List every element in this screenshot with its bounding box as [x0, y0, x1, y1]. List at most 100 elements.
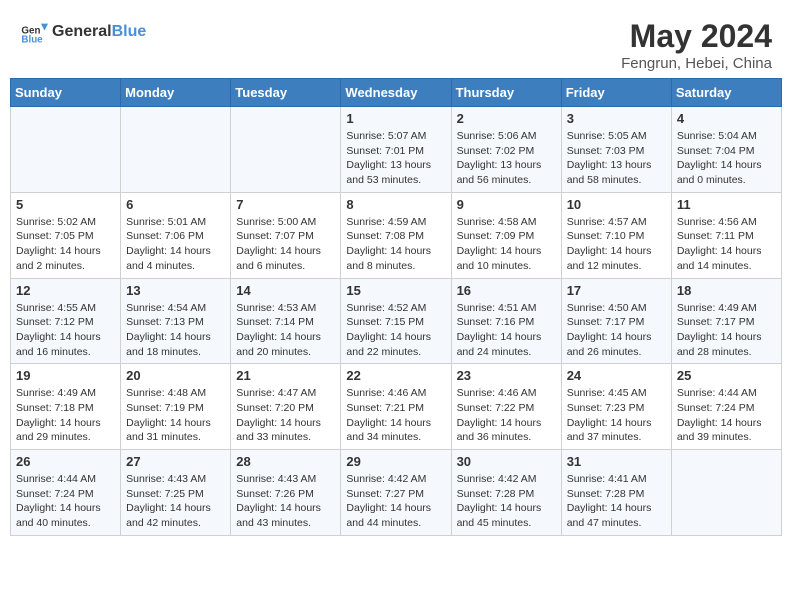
calendar-week-row: 1 Sunrise: 5:07 AM Sunset: 7:01 PM Daylig… [11, 107, 782, 193]
cell-content: Sunrise: 4:49 AM Sunset: 7:18 PM Dayligh… [16, 386, 115, 445]
day-number: 13 [126, 283, 225, 298]
day-number: 20 [126, 368, 225, 383]
cell-content: Sunrise: 4:44 AM Sunset: 7:24 PM Dayligh… [677, 386, 776, 445]
cell-content: Sunrise: 4:43 AM Sunset: 7:26 PM Dayligh… [236, 472, 335, 531]
day-number: 4 [677, 111, 776, 126]
day-number: 1 [346, 111, 445, 126]
cell-content: Sunrise: 4:45 AM Sunset: 7:23 PM Dayligh… [567, 386, 666, 445]
calendar-cell: 15Sunrise: 4:52 AM Sunset: 7:15 PM Dayli… [341, 278, 451, 364]
logo-icon: Gen Blue [20, 18, 48, 46]
calendar-cell: 2 Sunrise: 5:06 AM Sunset: 7:02 PM Daylig… [451, 107, 561, 193]
calendar-cell: 10 Sunrise: 4:57 AM Sunset: 7:10 PM Dayli… [561, 192, 671, 278]
cell-content: Sunrise: 4:44 AM Sunset: 7:24 PM Dayligh… [16, 472, 115, 531]
calendar-table: SundayMondayTuesdayWednesdayThursdayFrid… [10, 78, 782, 536]
calendar-cell: 3 Sunrise: 5:05 AM Sunset: 7:03 PM Daylig… [561, 107, 671, 193]
calendar-cell: 7Sunrise: 5:00 AM Sunset: 7:07 PM Daylig… [231, 192, 341, 278]
days-of-week-row: SundayMondayTuesdayWednesdayThursdayFrid… [11, 79, 782, 107]
day-number: 2 [457, 111, 556, 126]
logo-blue-text: Blue [112, 23, 147, 40]
calendar-location: Fengrun, Hebei, China [621, 55, 772, 72]
calendar-cell [11, 107, 121, 193]
calendar-title: May 2024 [621, 18, 772, 55]
day-number: 24 [567, 368, 666, 383]
cell-content: Sunrise: 4:57 AM Sunset: 7:10 PM Dayligh… [567, 215, 666, 274]
calendar-cell: 1 Sunrise: 5:07 AM Sunset: 7:01 PM Daylig… [341, 107, 451, 193]
calendar-cell: 4 Sunrise: 5:04 AM Sunset: 7:04 PM Daylig… [671, 107, 781, 193]
calendar-cell: 23Sunrise: 4:46 AM Sunset: 7:22 PM Dayli… [451, 364, 561, 450]
cell-content: Sunrise: 4:47 AM Sunset: 7:20 PM Dayligh… [236, 386, 335, 445]
logo-general-text: General [52, 23, 112, 40]
cell-content: Sunrise: 4:56 AM Sunset: 7:11 PM Dayligh… [677, 215, 776, 274]
day-number: 12 [16, 283, 115, 298]
calendar-cell: 17 Sunrise: 4:50 AM Sunset: 7:17 PM Dayli… [561, 278, 671, 364]
day-number: 26 [16, 454, 115, 469]
day-number: 22 [346, 368, 445, 383]
calendar-week-row: 5 Sunrise: 5:02 AM Sunset: 7:05 PM Daylig… [11, 192, 782, 278]
day-number: 30 [457, 454, 556, 469]
cell-content: Sunrise: 4:46 AM Sunset: 7:21 PM Dayligh… [346, 386, 445, 445]
calendar-cell [231, 107, 341, 193]
calendar-cell: 26 Sunrise: 4:44 AM Sunset: 7:24 PM Dayli… [11, 450, 121, 536]
day-number: 18 [677, 283, 776, 298]
cell-content: Sunrise: 4:59 AM Sunset: 7:08 PM Dayligh… [346, 215, 445, 274]
day-number: 25 [677, 368, 776, 383]
cell-content: Sunrise: 4:58 AM Sunset: 7:09 PM Dayligh… [457, 215, 556, 274]
calendar-cell: 8 Sunrise: 4:59 AM Sunset: 7:08 PM Daylig… [341, 192, 451, 278]
calendar-week-row: 19 Sunrise: 4:49 AM Sunset: 7:18 PM Dayli… [11, 364, 782, 450]
day-number: 14 [236, 283, 335, 298]
calendar-cell: 20 Sunrise: 4:48 AM Sunset: 7:19 PM Dayli… [121, 364, 231, 450]
day-of-week-header: Thursday [451, 79, 561, 107]
title-block: May 2024 Fengrun, Hebei, China [621, 18, 772, 72]
calendar-cell: 29Sunrise: 4:42 AM Sunset: 7:27 PM Dayli… [341, 450, 451, 536]
calendar-cell: 30 Sunrise: 4:42 AM Sunset: 7:28 PM Dayli… [451, 450, 561, 536]
day-number: 9 [457, 197, 556, 212]
calendar-cell: 24 Sunrise: 4:45 AM Sunset: 7:23 PM Dayli… [561, 364, 671, 450]
calendar-week-row: 12 Sunrise: 4:55 AM Sunset: 7:12 PM Dayli… [11, 278, 782, 364]
cell-content: Sunrise: 5:07 AM Sunset: 7:01 PM Dayligh… [346, 129, 445, 188]
cell-content: Sunrise: 4:43 AM Sunset: 7:25 PM Dayligh… [126, 472, 225, 531]
cell-content: Sunrise: 5:06 AM Sunset: 7:02 PM Dayligh… [457, 129, 556, 188]
calendar-cell: 12 Sunrise: 4:55 AM Sunset: 7:12 PM Dayli… [11, 278, 121, 364]
day-number: 28 [236, 454, 335, 469]
logo: Gen Blue GeneralBlue [20, 18, 146, 46]
calendar-cell: 11 Sunrise: 4:56 AM Sunset: 7:11 PM Dayli… [671, 192, 781, 278]
cell-content: Sunrise: 5:02 AM Sunset: 7:05 PM Dayligh… [16, 215, 115, 274]
cell-content: Sunrise: 4:53 AM Sunset: 7:14 PM Dayligh… [236, 301, 335, 360]
day-number: 3 [567, 111, 666, 126]
cell-content: Sunrise: 4:54 AM Sunset: 7:13 PM Dayligh… [126, 301, 225, 360]
day-number: 11 [677, 197, 776, 212]
day-number: 5 [16, 197, 115, 212]
day-number: 27 [126, 454, 225, 469]
day-number: 31 [567, 454, 666, 469]
cell-content: Sunrise: 5:04 AM Sunset: 7:04 PM Dayligh… [677, 129, 776, 188]
day-of-week-header: Tuesday [231, 79, 341, 107]
calendar-cell: 19 Sunrise: 4:49 AM Sunset: 7:18 PM Dayli… [11, 364, 121, 450]
cell-content: Sunrise: 4:55 AM Sunset: 7:12 PM Dayligh… [16, 301, 115, 360]
cell-content: Sunrise: 5:00 AM Sunset: 7:07 PM Dayligh… [236, 215, 335, 274]
cell-content: Sunrise: 4:50 AM Sunset: 7:17 PM Dayligh… [567, 301, 666, 360]
day-number: 17 [567, 283, 666, 298]
calendar-cell: 27 Sunrise: 4:43 AM Sunset: 7:25 PM Dayli… [121, 450, 231, 536]
day-number: 8 [346, 197, 445, 212]
svg-text:Blue: Blue [21, 35, 43, 46]
calendar-cell: 25 Sunrise: 4:44 AM Sunset: 7:24 PM Dayli… [671, 364, 781, 450]
day-of-week-header: Sunday [11, 79, 121, 107]
cell-content: Sunrise: 4:48 AM Sunset: 7:19 PM Dayligh… [126, 386, 225, 445]
calendar-cell: 28 Sunrise: 4:43 AM Sunset: 7:26 PM Dayli… [231, 450, 341, 536]
cell-content: Sunrise: 4:42 AM Sunset: 7:28 PM Dayligh… [457, 472, 556, 531]
calendar-cell: 5 Sunrise: 5:02 AM Sunset: 7:05 PM Daylig… [11, 192, 121, 278]
cell-content: Sunrise: 5:05 AM Sunset: 7:03 PM Dayligh… [567, 129, 666, 188]
calendar-cell: 22 Sunrise: 4:46 AM Sunset: 7:21 PM Dayli… [341, 364, 451, 450]
calendar-cell: 14 Sunrise: 4:53 AM Sunset: 7:14 PM Dayli… [231, 278, 341, 364]
day-number: 19 [16, 368, 115, 383]
day-number: 10 [567, 197, 666, 212]
cell-content: Sunrise: 5:01 AM Sunset: 7:06 PM Dayligh… [126, 215, 225, 274]
cell-content: Sunrise: 4:42 AM Sunset: 7:27 PM Dayligh… [346, 472, 445, 531]
cell-content: Sunrise: 4:46 AM Sunset: 7:22 PM Dayligh… [457, 386, 556, 445]
calendar-cell: 16Sunrise: 4:51 AM Sunset: 7:16 PM Dayli… [451, 278, 561, 364]
day-of-week-header: Wednesday [341, 79, 451, 107]
calendar-cell [671, 450, 781, 536]
cell-content: Sunrise: 4:52 AM Sunset: 7:15 PM Dayligh… [346, 301, 445, 360]
cell-content: Sunrise: 4:51 AM Sunset: 7:16 PM Dayligh… [457, 301, 556, 360]
calendar-body: 1 Sunrise: 5:07 AM Sunset: 7:01 PM Daylig… [11, 107, 782, 536]
